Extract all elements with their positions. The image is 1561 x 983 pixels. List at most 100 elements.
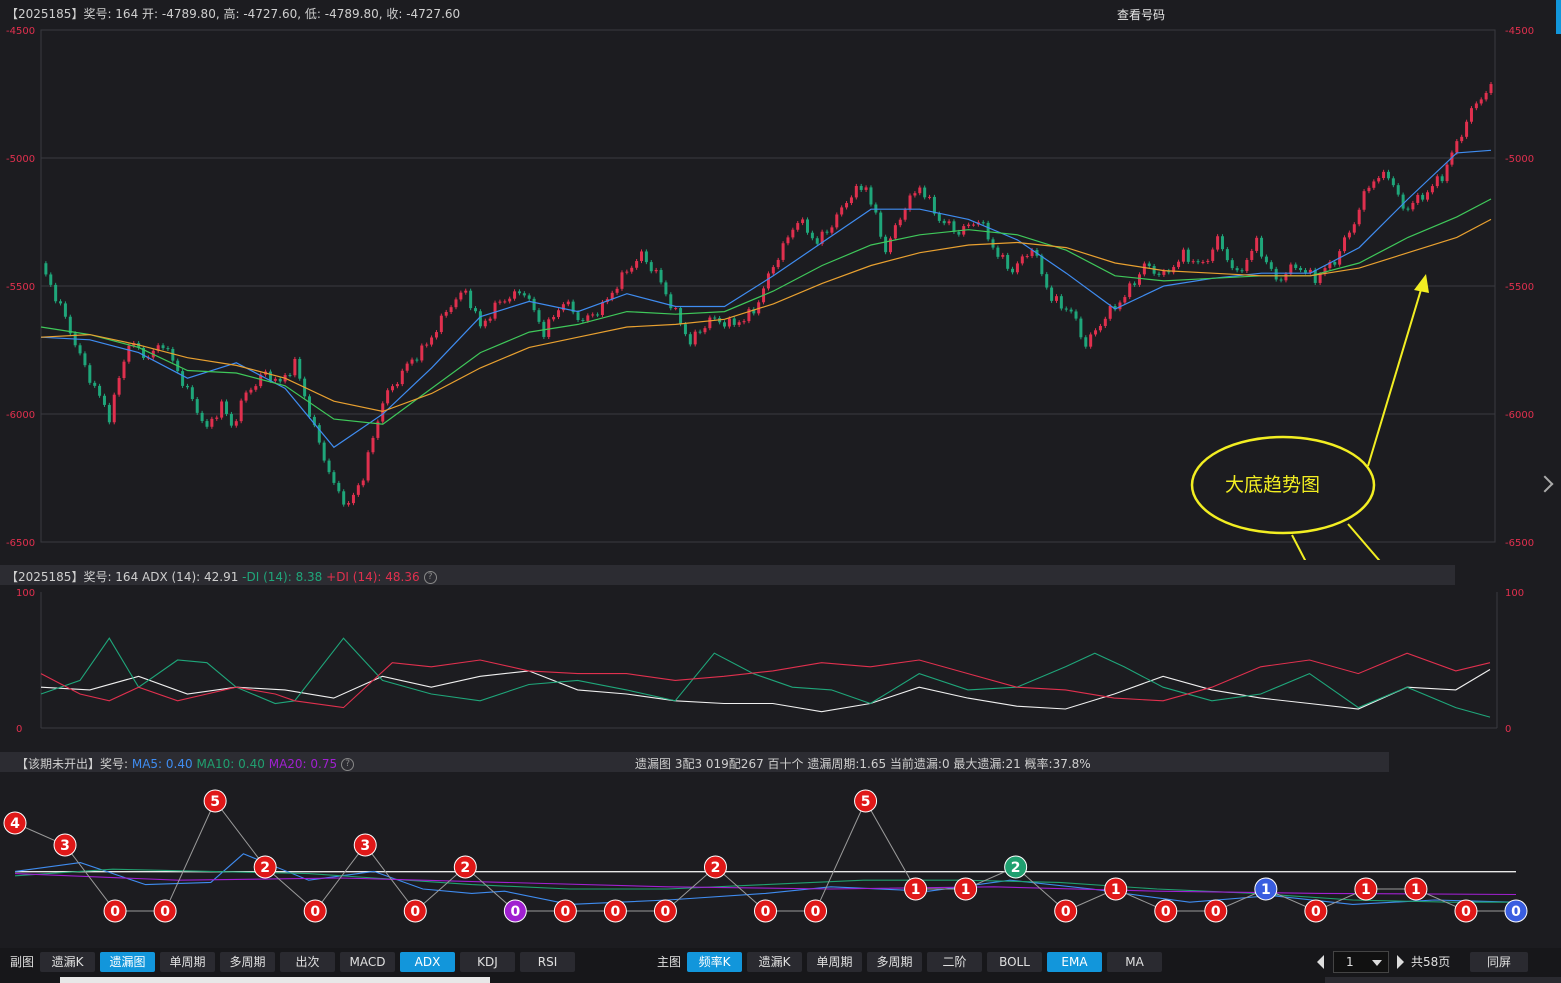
candle-body (434, 332, 438, 338)
omission-ma5: MA5: 0.40 (131, 757, 193, 771)
omission-ball-label: 2 (460, 860, 470, 876)
sub-chart-button-5[interactable]: 出次 (280, 952, 335, 972)
omission-ma20: MA20: 0.75 (268, 757, 338, 771)
candle-body (308, 396, 312, 417)
candle-body (1211, 249, 1215, 261)
main-y-axis-right: -4500 -5000 -5500 -6000 -6500 (1505, 26, 1534, 549)
candle-body (59, 301, 63, 304)
main-chart-button-4[interactable]: 多周期 (867, 952, 922, 972)
adx-y-tick-label: 100 (1505, 588, 1524, 599)
candle-body (322, 442, 326, 461)
candle-body (1181, 249, 1185, 262)
candle-body (805, 219, 809, 233)
annotation: 大底趋势图 (1190, 274, 1429, 560)
candle-body (337, 482, 341, 492)
candle-body (693, 331, 697, 345)
omission-ball-label: 1 (1361, 882, 1371, 898)
candle-body (532, 298, 536, 311)
candle-body (1147, 263, 1151, 266)
candle-body (937, 213, 941, 221)
candle-body (1001, 254, 1005, 257)
help-icon[interactable]: ? (423, 571, 437, 584)
help-icon[interactable]: ? (341, 758, 355, 771)
candle-body (996, 247, 1000, 257)
candle-body (786, 237, 790, 244)
candle-body (830, 227, 834, 233)
candle-body (1157, 273, 1161, 275)
candle-body (361, 480, 365, 486)
omission-ball-label: 2 (260, 860, 270, 876)
candle-body (517, 291, 521, 294)
candle-body (742, 321, 746, 323)
candle-body (49, 274, 53, 285)
candle-body (1240, 270, 1244, 272)
candle-body (190, 387, 194, 400)
adx-line-2 (40, 637, 1491, 718)
candle-body (840, 207, 844, 215)
main-chart-button-7[interactable]: EMA (1047, 952, 1102, 972)
horizontal-scrollbar[interactable] (60, 977, 490, 983)
candle-body (225, 401, 229, 415)
candle-body (928, 196, 932, 198)
sync-screen-button[interactable]: 同屏 (1470, 952, 1528, 972)
adx-lines (40, 637, 1491, 718)
candle-body (1284, 274, 1288, 281)
candle-body (449, 307, 453, 312)
adx-y-tick-label: 0 (16, 724, 22, 735)
candle-body (845, 203, 849, 208)
candle-body (171, 348, 175, 361)
sub-chart-button-7[interactable]: ADX (400, 952, 455, 972)
candle-body (898, 219, 902, 226)
candle-body (810, 232, 814, 239)
omission-stats: 遗漏图 3配3 019配267 百十个 遗漏周期:1.65 当前遗漏:0 最大遗… (635, 757, 1091, 771)
main-y-axis-left: -4500 -5000 -5500 -6000 -6500 (6, 26, 35, 549)
candle-body (44, 263, 48, 275)
candle-body (1445, 164, 1449, 182)
candle-body (1352, 224, 1356, 233)
next-page-icon[interactable] (1397, 955, 1404, 969)
adx-info-bar: 【2025185】奖号: 164 ADX (14): 42.91 -DI (14… (0, 565, 1455, 585)
candle-body (410, 359, 414, 364)
candle-body (967, 224, 971, 227)
page-select[interactable]: 1 (1333, 951, 1389, 973)
candle-body (1377, 178, 1381, 182)
candle-body (444, 311, 448, 316)
candle-body (654, 269, 658, 272)
candle-body (1362, 191, 1366, 210)
main-chart-button-6[interactable]: BOLL (987, 952, 1042, 972)
candle-body (1333, 261, 1337, 265)
candle-body (1347, 232, 1351, 238)
sub-chart-button-2[interactable]: 遗漏图 (100, 952, 155, 972)
sub-chart-button-4[interactable]: 多周期 (220, 952, 275, 972)
candle-body (1220, 236, 1224, 250)
candle-body (1108, 305, 1112, 319)
main-chart-button-1[interactable]: 频率K (687, 952, 742, 972)
candle-body (600, 302, 604, 316)
sub-chart-button-8[interactable]: KDJ (460, 952, 515, 972)
scroll-indicator[interactable] (1556, 0, 1561, 34)
candlestick-chart: -4500 -5000 -5500 -6000 -6500 -4500 -5000 -550… (6, 26, 1534, 560)
candle-body (371, 437, 375, 453)
omission-ma10: MA10: 0.40 (196, 757, 265, 771)
sub-chart-button-1[interactable]: 遗漏K (40, 952, 95, 972)
candle-body (1225, 249, 1229, 261)
candle-body (879, 212, 883, 237)
candle-body (1045, 274, 1049, 288)
candle-body (254, 386, 258, 390)
candle-body (552, 317, 556, 320)
main-chart-button-5[interactable]: 二阶 (927, 952, 982, 972)
candle-body (93, 382, 97, 386)
main-chart-button-8[interactable]: MA (1107, 952, 1162, 972)
candle-body (1406, 208, 1410, 210)
candle-body (1011, 268, 1015, 273)
sub-chart-button-9[interactable]: RSI (520, 952, 575, 972)
candle-body (737, 322, 741, 325)
candle-body (1069, 309, 1073, 312)
candle-body (1343, 237, 1347, 252)
main-chart-button-3[interactable]: 单周期 (807, 952, 862, 972)
sub-chart-button-6[interactable]: MACD (340, 952, 395, 972)
prev-page-icon[interactable] (1317, 955, 1324, 969)
candle-body (1299, 267, 1303, 271)
sub-chart-button-3[interactable]: 单周期 (160, 952, 215, 972)
main-chart-button-2[interactable]: 遗漏K (747, 952, 802, 972)
